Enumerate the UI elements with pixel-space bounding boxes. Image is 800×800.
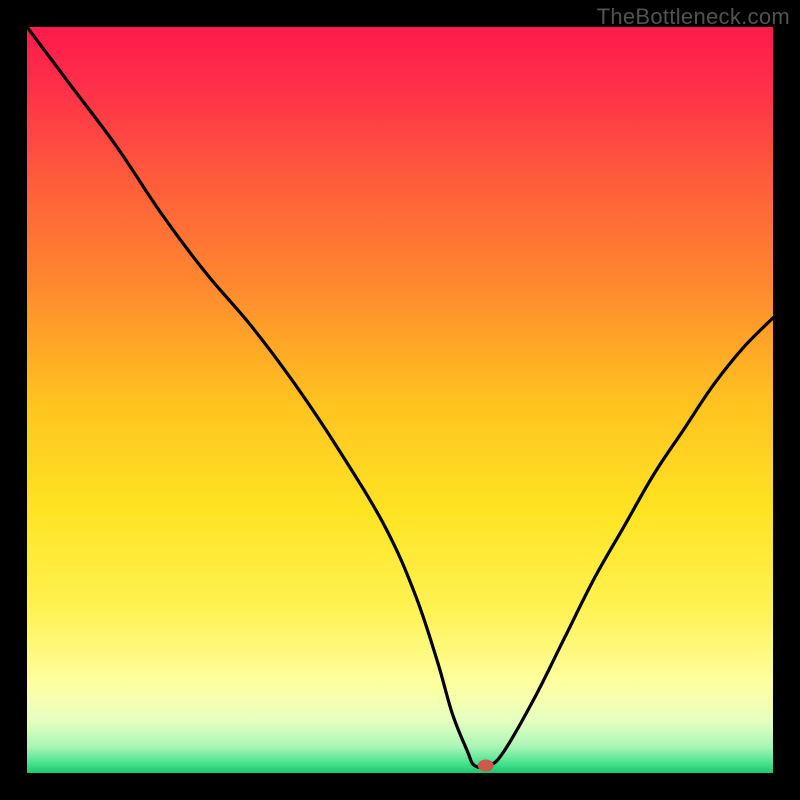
plot-svg (27, 27, 773, 773)
gradient-background (27, 27, 773, 773)
chart-frame: TheBottleneck.com (0, 0, 800, 800)
watermark-text: TheBottleneck.com (597, 4, 790, 30)
optimum-marker (478, 760, 494, 772)
plot-region (27, 27, 773, 773)
